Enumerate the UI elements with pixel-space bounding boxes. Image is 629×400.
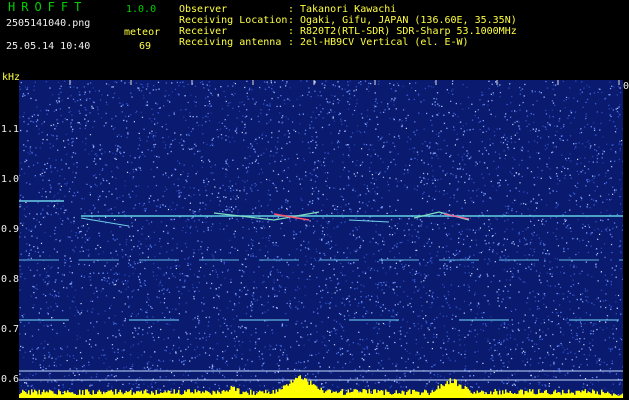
location-label: Receiving Location — [179, 15, 288, 26]
y-tick-label: 1.0 — [1, 174, 20, 185]
spectrogram-plot — [19, 80, 623, 398]
antenna-label: Receiving antenna — [179, 37, 282, 48]
observer-label: Observer — [179, 4, 228, 15]
observer-value: Takanori Kawachi — [300, 4, 397, 15]
y-tick-label: 0.8 — [1, 274, 20, 285]
y-axis-unit: kHz — [2, 72, 21, 83]
y-tick-label: 0.9 — [1, 224, 20, 235]
y-tick-label: 0.6 — [1, 374, 20, 385]
spectrogram-window: { "header": { "brand": "HROFFT", "versio… — [0, 0, 629, 400]
detection-count: 69 — [139, 41, 152, 52]
plot-background — [19, 80, 623, 398]
file-name: 2505141040.png — [6, 18, 91, 29]
y-tick-label: 0.7 — [1, 324, 20, 335]
separator: : — [288, 4, 295, 15]
separator: : — [288, 15, 295, 26]
separator: : — [288, 26, 295, 37]
receiver-label: Receiver — [179, 26, 228, 37]
receiver-value: R820T2(RTL-SDR) SDR-Sharp 53.1000MHz — [300, 26, 517, 37]
capture-datetime: 25.05.14 10:40 — [6, 41, 91, 52]
app-brand: HROFFT — [8, 0, 88, 14]
detection-category: meteor — [124, 27, 161, 38]
separator: : — [288, 37, 295, 48]
y-tick-label: 1.1 — [1, 124, 20, 135]
antenna-value: 2el-HB9CV Vertical (el. E-W) — [300, 37, 469, 48]
location-value: Ogaki, Gifu, JAPAN (136.60E, 35.35N) — [300, 15, 517, 26]
app-version: 1.0.0 — [126, 4, 157, 15]
